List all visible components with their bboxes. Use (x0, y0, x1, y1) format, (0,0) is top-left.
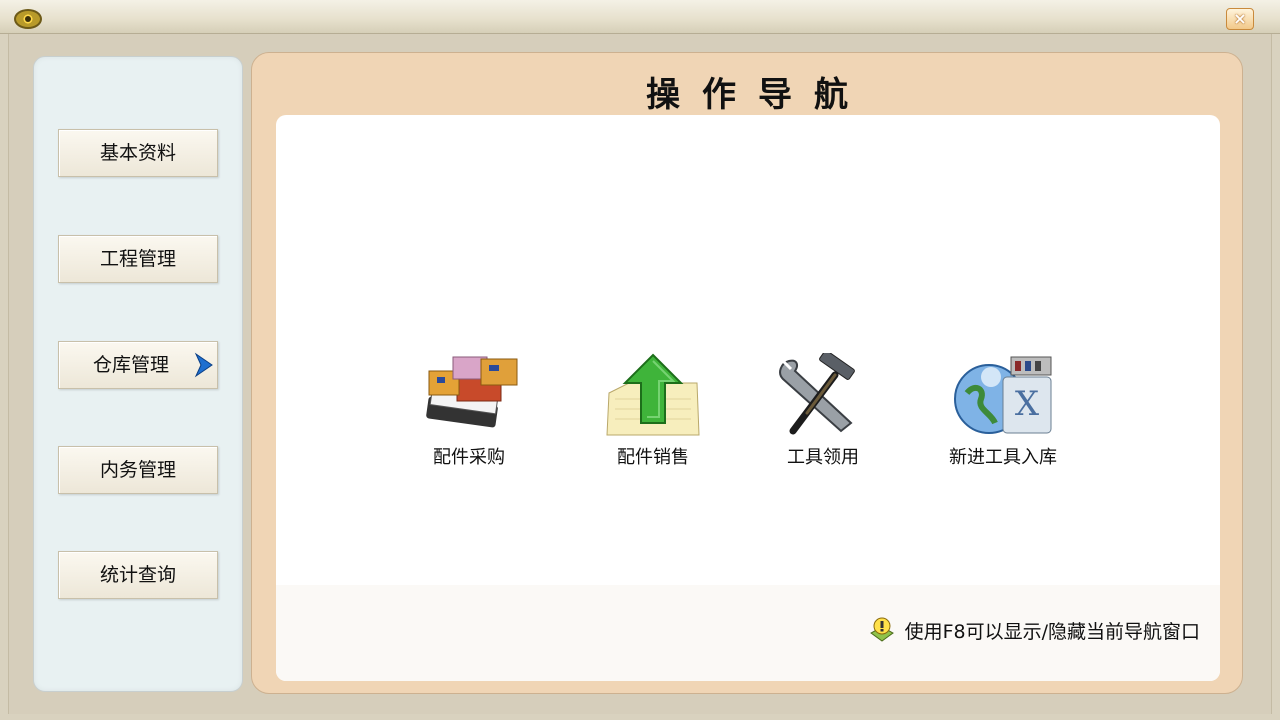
sidebar-item-statistics-query[interactable]: 统计查询 (58, 551, 218, 599)
sidebar-item-project-management[interactable]: 工程管理 (58, 235, 218, 283)
close-button[interactable]: × (1226, 8, 1254, 30)
app-icon[interactable] (14, 9, 42, 29)
hint-lightbulb-icon (869, 617, 894, 642)
shortcut-area: 配件采购 配件销售 工具领用 X 新进工具入库 使用F8可以显示/隐藏当前导航窗… (276, 115, 1220, 681)
active-chevron-icon (194, 352, 213, 378)
shortcut-label: 工具领用 (787, 447, 859, 468)
green-up-arrow-icon (606, 353, 700, 436)
sidebar: 基本资料 工程管理 仓库管理 内务管理 统计查询 (33, 56, 243, 692)
shortcut-parts-sales[interactable]: 配件销售 (578, 353, 728, 469)
globe-x-icon: X (954, 356, 1052, 434)
sidebar-item-label: 统计查询 (99, 564, 176, 586)
hint-text: 使用F8可以显示/隐藏当前导航窗口 (904, 620, 1200, 643)
hint-bar: 使用F8可以显示/隐藏当前导航窗口 (276, 585, 1220, 681)
shortcut-new-tool-stock-in[interactable]: X 新进工具入库 (928, 353, 1078, 469)
svg-text:X: X (1015, 384, 1040, 424)
navigation-panel: 操作导航 配件采购 配件销售 工具领用 X 新进工具入库 使用F8可以显示/隐藏… (251, 52, 1243, 694)
shortcut-parts-purchase[interactable]: 配件采购 (394, 353, 544, 469)
wrench-hammer-icon (779, 353, 855, 435)
sidebar-item-internal-affairs[interactable]: 内务管理 (58, 446, 218, 494)
panel-title: 操作导航 (646, 75, 870, 115)
sidebar-item-basic-data[interactable]: 基本资料 (58, 129, 218, 177)
f8-hint: 使用F8可以显示/隐藏当前导航窗口 (867, 615, 1200, 645)
sidebar-item-label: 工程管理 (99, 248, 176, 270)
shortcut-label: 配件销售 (617, 447, 689, 468)
sidebar-item-warehouse-management[interactable]: 仓库管理 (58, 341, 218, 389)
window-title-bar: × (0, 0, 1280, 34)
shortcut-tool-usage[interactable]: 工具领用 (748, 353, 898, 469)
sidebar-item-label: 仓库管理 (92, 354, 169, 376)
sidebar-item-label: 内务管理 (99, 459, 176, 481)
shortcut-label: 新进工具入库 (949, 447, 1057, 468)
sidebar-item-label: 基本资料 (99, 142, 176, 164)
shortcut-label: 配件采购 (433, 447, 505, 468)
boxes-icon (426, 356, 518, 428)
